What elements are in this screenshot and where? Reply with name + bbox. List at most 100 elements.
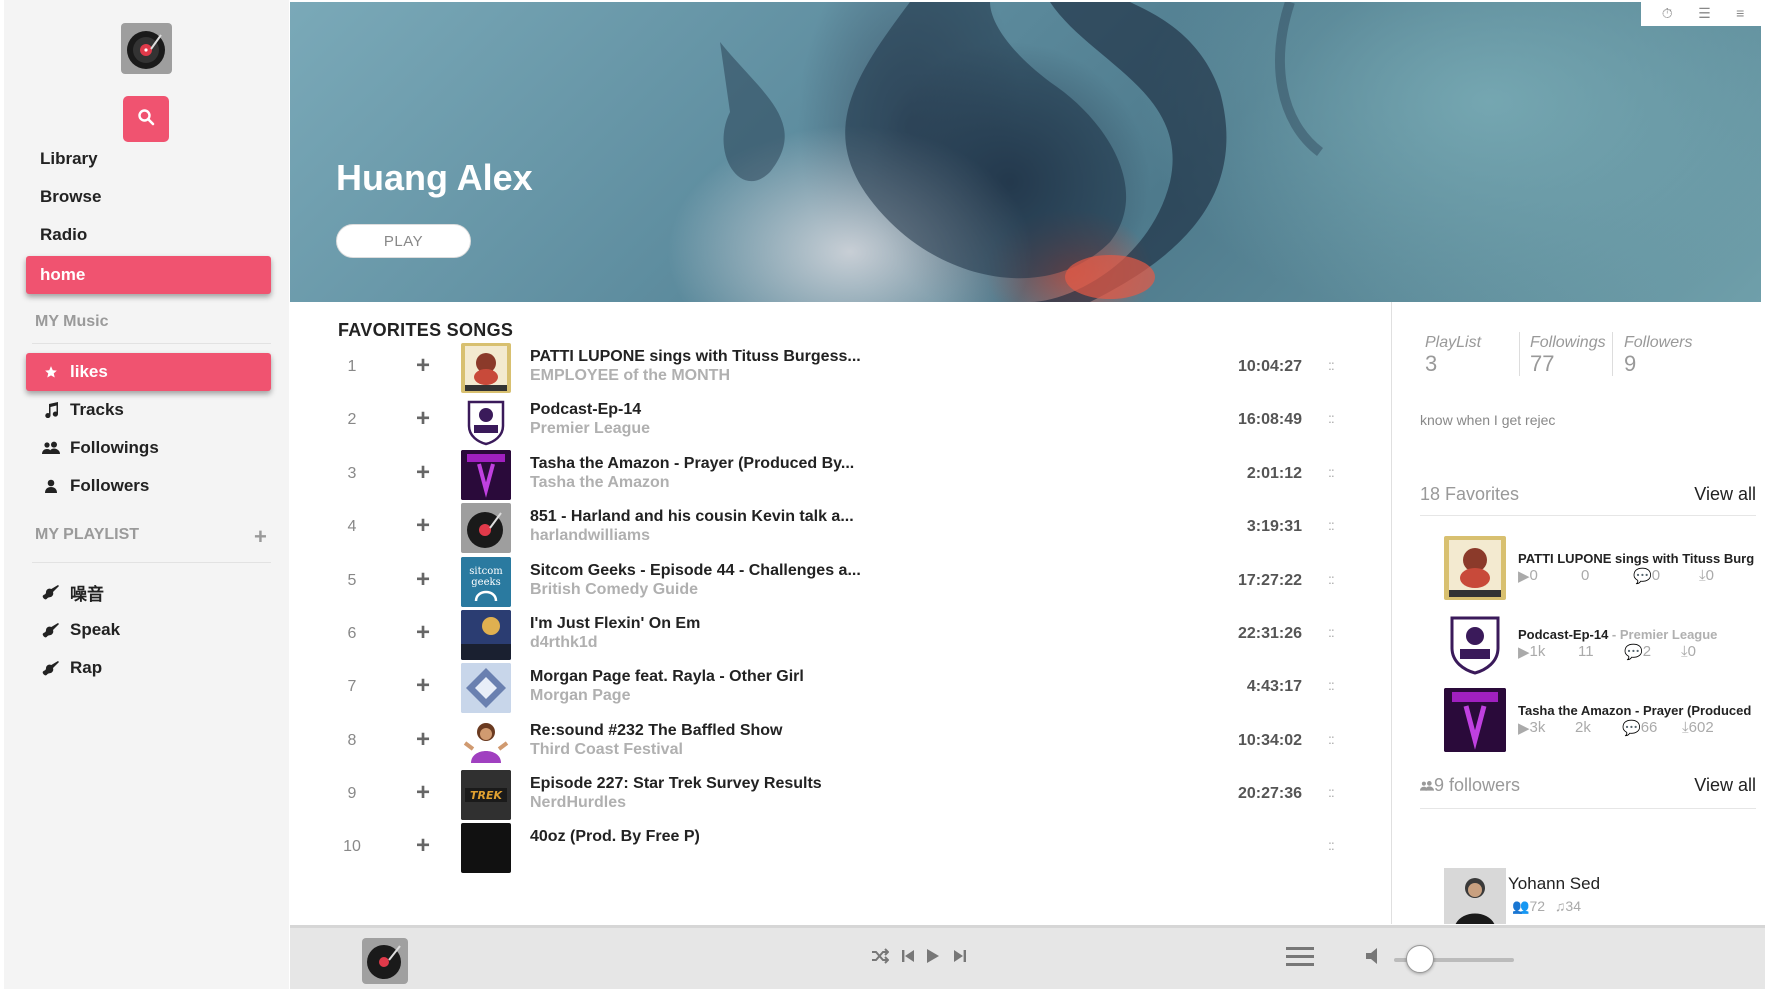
favorite-item[interactable]: Podcast-Ep-14 - Premier League ▶ 1k 11 💬 2… bbox=[1444, 612, 1764, 678]
add-to-playlist-button[interactable]: + bbox=[416, 832, 430, 860]
list-tree-icon[interactable]: ☰ bbox=[1698, 5, 1711, 22]
play-icon[interactable] bbox=[927, 948, 939, 969]
users-icon bbox=[40, 441, 62, 455]
song-artist[interactable]: Tasha the Amazon bbox=[530, 474, 670, 492]
drag-handle-icon[interactable]: :: bbox=[1328, 731, 1335, 747]
song-title[interactable]: PATTI LUPONE sings with Tituss Burgess..… bbox=[530, 348, 861, 366]
song-title[interactable]: 851 - Harland and his cousin Kevin talk … bbox=[530, 508, 854, 526]
drag-handle-icon[interactable]: :: bbox=[1328, 357, 1335, 373]
shuffle-icon[interactable] bbox=[871, 948, 890, 969]
banner-artwork bbox=[720, 2, 1324, 302]
drag-handle-icon[interactable]: :: bbox=[1328, 624, 1335, 640]
play-button[interactable]: PLAY bbox=[336, 224, 471, 258]
song-title[interactable]: I'm Just Flexin' On Em bbox=[530, 615, 700, 633]
song-title[interactable]: Sitcom Geeks - Episode 44 - Challenges a… bbox=[530, 562, 861, 580]
volume-icon[interactable] bbox=[1365, 946, 1387, 972]
track-number: 7 bbox=[347, 678, 357, 695]
drag-handle-icon[interactable]: :: bbox=[1328, 464, 1335, 480]
song-artist[interactable]: harlandwilliams bbox=[530, 527, 650, 545]
favorite-title: Tasha the Amazon - Prayer (Produced bbox=[1518, 703, 1752, 718]
song-duration: 10:04:27 bbox=[1237, 358, 1302, 375]
favorite-item[interactable]: Tasha the Amazon - Prayer (Produced ▶ 3k … bbox=[1444, 688, 1764, 754]
timer-icon[interactable]: ⏱ bbox=[1662, 5, 1673, 22]
previous-track-icon[interactable] bbox=[902, 948, 914, 969]
add-playlist-button[interactable]: + bbox=[254, 526, 267, 548]
drag-handle-icon[interactable]: :: bbox=[1328, 677, 1335, 693]
menu-icon[interactable]: ≡ bbox=[1736, 5, 1744, 21]
window-toolbar: ⏱ ☰ ≡ bbox=[1641, 0, 1765, 26]
sidebar-item-tracks[interactable]: Tracks bbox=[26, 391, 271, 429]
nav-library[interactable]: Library bbox=[26, 140, 271, 178]
sidebar-item-likes[interactable]: likes bbox=[26, 353, 271, 391]
app-logo[interactable] bbox=[121, 23, 172, 74]
song-artist[interactable]: Third Coast Festival bbox=[530, 741, 683, 759]
table-row[interactable]: 5 + sitcom geeks Sitcom Geeks - Episode 4… bbox=[290, 552, 1390, 611]
drag-handle-icon[interactable]: :: bbox=[1328, 571, 1335, 587]
table-row[interactable]: 9 + TREK Episode 227: Star Trek Survey R… bbox=[290, 765, 1390, 824]
queue-list-icon[interactable] bbox=[1286, 945, 1314, 974]
sidebar-item-followings[interactable]: Followings bbox=[26, 429, 271, 467]
table-row[interactable]: 1 + PATTI LUPONE sings with Tituss Burge… bbox=[290, 338, 1390, 397]
follower-name[interactable]: Yohann Sed bbox=[1508, 874, 1600, 894]
song-artist[interactable]: Premier League bbox=[530, 420, 650, 438]
add-to-playlist-button[interactable]: + bbox=[416, 352, 430, 380]
drag-handle-icon[interactable]: :: bbox=[1328, 784, 1335, 800]
add-to-playlist-button[interactable]: + bbox=[416, 405, 430, 433]
sidebar-item-followers[interactable]: Followers bbox=[26, 467, 271, 505]
album-art bbox=[461, 663, 511, 713]
track-number: 9 bbox=[347, 785, 357, 802]
song-title[interactable]: Episode 227: Star Trek Survey Results bbox=[530, 775, 822, 793]
playlist-item[interactable]: Speak bbox=[26, 611, 271, 649]
search-button[interactable] bbox=[123, 96, 169, 142]
add-to-playlist-button[interactable]: + bbox=[416, 726, 430, 754]
drag-handle-icon[interactable]: :: bbox=[1328, 837, 1335, 853]
nav-home[interactable]: home bbox=[26, 256, 271, 294]
song-artist[interactable]: d4rthk1d bbox=[530, 634, 598, 652]
song-artist[interactable]: EMPLOYEE of the MONTH bbox=[530, 367, 730, 385]
add-to-playlist-button[interactable]: + bbox=[416, 779, 430, 807]
table-row[interactable]: 10 + 40oz (Prod. By Free P) :: bbox=[290, 818, 1390, 877]
comments-count: 💬 2 bbox=[1624, 643, 1652, 661]
favorite-item[interactable]: PATTI LUPONE sings with Tituss Burg ▶ 0 0… bbox=[1444, 536, 1764, 602]
profile-banner: Huang Alex PLAY bbox=[290, 2, 1761, 302]
volume-slider-handle[interactable] bbox=[1406, 945, 1434, 973]
view-all-followers-link[interactable]: View all bbox=[1694, 775, 1756, 798]
table-row[interactable]: 7 + Morgan Page feat. Rayla - Other Girl… bbox=[290, 658, 1390, 717]
drag-handle-icon[interactable]: :: bbox=[1328, 517, 1335, 533]
nav-radio[interactable]: Radio bbox=[26, 216, 271, 254]
stat-label: Followings bbox=[1530, 334, 1606, 351]
table-row[interactable]: 4 + 851 - Harland and his cousin Kevin t… bbox=[290, 498, 1390, 557]
song-title[interactable]: Tasha the Amazon - Prayer (Produced By..… bbox=[530, 455, 854, 473]
profile-panel: PlayList 3 Followings 77 Followers 9 kno… bbox=[1391, 302, 1765, 924]
song-title[interactable]: Podcast-Ep-14 bbox=[530, 401, 641, 419]
album-art bbox=[461, 610, 511, 660]
song-title[interactable]: Morgan Page feat. Rayla - Other Girl bbox=[530, 668, 804, 686]
song-artist[interactable]: British Comedy Guide bbox=[530, 581, 698, 599]
next-track-icon[interactable] bbox=[954, 948, 966, 969]
now-playing-art[interactable] bbox=[362, 938, 408, 984]
stat-followings[interactable]: Followings 77 bbox=[1530, 334, 1606, 377]
add-to-playlist-button[interactable]: + bbox=[416, 672, 430, 700]
add-to-playlist-button[interactable]: + bbox=[416, 619, 430, 647]
view-all-favorites-link[interactable]: View all bbox=[1694, 484, 1756, 505]
playlist-item[interactable]: 噪音 bbox=[26, 573, 271, 611]
song-artist[interactable]: Morgan Page bbox=[530, 687, 630, 705]
stat-followers[interactable]: Followers 9 bbox=[1624, 334, 1692, 377]
song-title[interactable]: 40oz (Prod. By Free P) bbox=[530, 828, 700, 846]
profile-name: Huang Alex bbox=[336, 157, 533, 198]
song-artist[interactable]: NerdHurdles bbox=[530, 794, 626, 812]
table-row[interactable]: 2 + Podcast-Ep-14 Premier League 16:08:4… bbox=[290, 391, 1390, 450]
stat-playlist[interactable]: PlayList 3 bbox=[1425, 334, 1481, 377]
table-row[interactable]: 8 + Re:sound #232 The Baffled Show Third… bbox=[290, 712, 1390, 771]
song-title[interactable]: Re:sound #232 The Baffled Show bbox=[530, 722, 782, 740]
table-row[interactable]: 6 + I'm Just Flexin' On Em d4rthk1d 22:3… bbox=[290, 605, 1390, 664]
playlist-item[interactable]: Rap bbox=[26, 649, 271, 687]
album-art bbox=[461, 396, 511, 446]
album-art bbox=[1444, 612, 1506, 676]
table-row[interactable]: 3 + Tasha the Amazon - Prayer (Produced … bbox=[290, 445, 1390, 504]
add-to-playlist-button[interactable]: + bbox=[416, 566, 430, 594]
add-to-playlist-button[interactable]: + bbox=[416, 512, 430, 540]
nav-browse[interactable]: Browse bbox=[26, 178, 271, 216]
add-to-playlist-button[interactable]: + bbox=[416, 459, 430, 487]
drag-handle-icon[interactable]: :: bbox=[1328, 410, 1335, 426]
